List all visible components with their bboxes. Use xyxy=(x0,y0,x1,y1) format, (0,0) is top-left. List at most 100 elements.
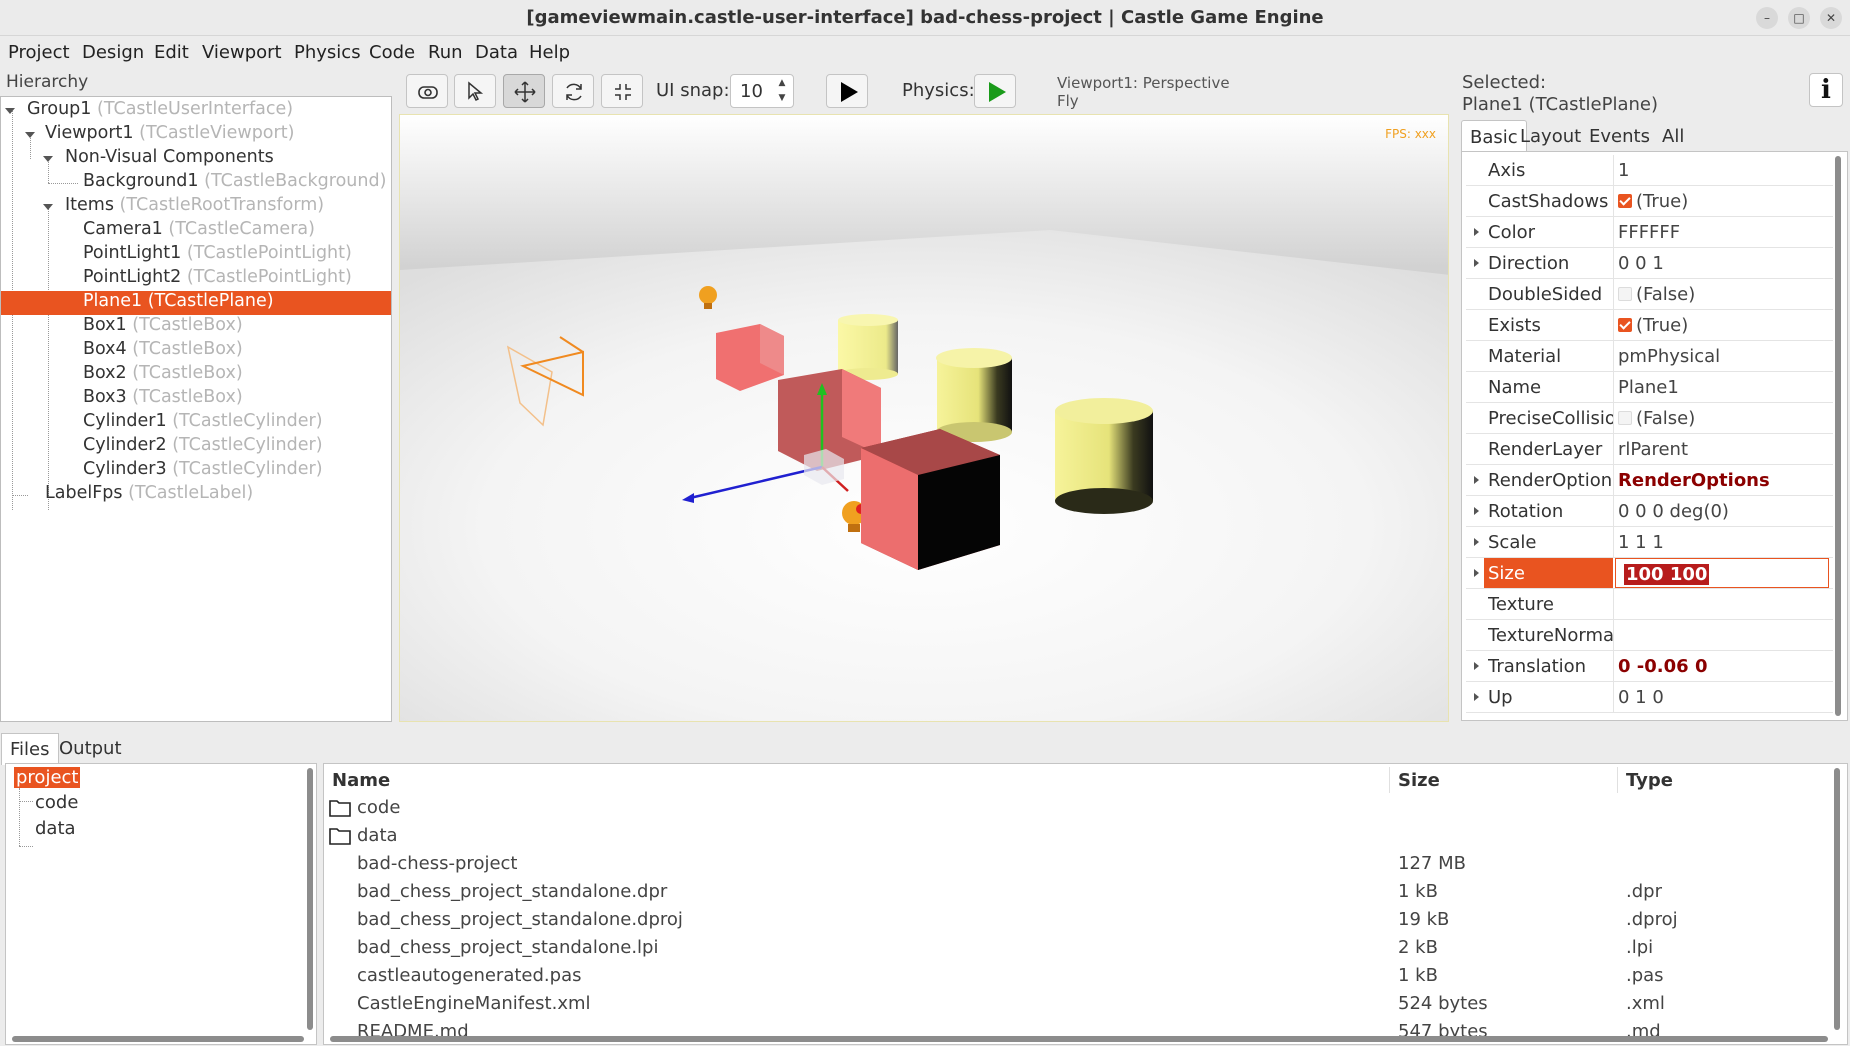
expand-arrow-icon[interactable] xyxy=(1474,228,1479,236)
checkbox-checked-icon[interactable] xyxy=(1618,318,1632,332)
tree-item-box4[interactable]: Box4 (TCastleBox) xyxy=(1,339,391,363)
tree-item-cylinder3[interactable]: Cylinder3 (TCastleCylinder) xyxy=(1,459,391,483)
prop-castshadows[interactable]: CastShadows (True) xyxy=(1466,186,1833,217)
tree-item-pointlight1[interactable]: PointLight1 (TCastlePointLight) xyxy=(1,243,391,267)
tree-item-pointlight2[interactable]: PointLight2 (TCastlePointLight) xyxy=(1,267,391,291)
prop-size[interactable]: Size 100 100 xyxy=(1466,558,1833,589)
tree-item-labelfps[interactable]: LabelFps (TCastleLabel) xyxy=(1,483,391,507)
expand-arrow-icon[interactable] xyxy=(1474,476,1479,484)
checkbox-checked-icon[interactable] xyxy=(1618,194,1632,208)
tree-item-box2[interactable]: Box2 (TCastleBox) xyxy=(1,363,391,387)
interact-mode-button[interactable] xyxy=(406,74,448,108)
expand-arrow-icon[interactable] xyxy=(1474,259,1479,267)
prop-renderoptions[interactable]: RenderOptions RenderOptions xyxy=(1466,465,1833,496)
prop-value[interactable]: 1 1 1 xyxy=(1618,532,1664,553)
prop-color[interactable]: Color FFFFFF xyxy=(1466,217,1833,248)
column-type[interactable]: Type xyxy=(1618,767,1838,793)
menu-help[interactable]: Help xyxy=(529,42,570,63)
prop-value[interactable]: 0 0 1 xyxy=(1618,253,1664,274)
properties-panel[interactable]: Axis 1 CastShadows (True) Color FFFFFF Dire… xyxy=(1461,151,1848,721)
expand-arrow-icon[interactable] xyxy=(1474,569,1479,577)
menu-design[interactable]: Design xyxy=(82,42,144,63)
files-tree[interactable]: project code data xyxy=(5,763,317,1045)
prop-material[interactable]: Material pmPhysical xyxy=(1466,341,1833,372)
prop-precisecollisions[interactable]: PreciseCollisions (False) xyxy=(1466,403,1833,434)
menu-viewport[interactable]: Viewport xyxy=(202,42,282,63)
prop-value[interactable]: 0 0 0 deg(0) xyxy=(1618,501,1729,522)
chevron-down-icon[interactable]: ▼ xyxy=(770,91,794,106)
tree-item-items[interactable]: Items (TCastleRootTransform) xyxy=(1,195,391,219)
file-row[interactable]: data xyxy=(324,822,1834,850)
expand-arrow-icon[interactable] xyxy=(25,132,35,138)
tree-item-box3[interactable]: Box3 (TCastleBox) xyxy=(1,387,391,411)
minimize-icon[interactable]: – xyxy=(1756,7,1778,29)
prop-axis[interactable]: Axis 1 xyxy=(1466,155,1833,186)
prop-value[interactable]: 0 1 0 xyxy=(1618,687,1664,708)
prop-rotation[interactable]: Rotation 0 0 0 deg(0) xyxy=(1466,496,1833,527)
size-edit-field[interactable]: 100 100 xyxy=(1615,558,1829,588)
expand-arrow-icon[interactable] xyxy=(43,156,53,162)
properties-scrollbar[interactable] xyxy=(1835,156,1841,716)
ui-snap-stepper[interactable]: ▲ ▼ xyxy=(770,74,794,108)
files-list-hscrollbar[interactable] xyxy=(330,1036,1828,1042)
prop-doublesided[interactable]: DoubleSided (False) xyxy=(1466,279,1833,310)
column-size[interactable]: Size xyxy=(1390,767,1618,793)
menu-physics[interactable]: Physics xyxy=(294,42,361,63)
expand-arrow-icon[interactable] xyxy=(1474,507,1479,515)
prop-value[interactable]: 0 -0.06 0 xyxy=(1618,656,1707,677)
file-row[interactable]: code xyxy=(324,794,1834,822)
scale-mode-button[interactable] xyxy=(601,74,643,108)
expand-arrow-icon[interactable] xyxy=(1474,693,1479,701)
prop-value[interactable]: pmPhysical xyxy=(1618,346,1720,367)
menu-project[interactable]: Project xyxy=(8,42,70,63)
expand-arrow-icon[interactable] xyxy=(43,204,53,210)
file-row[interactable]: bad_chess_project_standalone.dproj 19 kB… xyxy=(324,906,1834,934)
column-name[interactable]: Name xyxy=(324,767,1390,793)
info-button[interactable]: i xyxy=(1809,73,1843,107)
tab-output[interactable]: Output xyxy=(51,733,130,765)
prop-value[interactable]: rlParent xyxy=(1618,439,1688,460)
files-list[interactable]: Name Size Type code data bad-chess-proje… xyxy=(323,763,1848,1045)
expand-arrow-icon[interactable] xyxy=(1474,538,1479,546)
menu-run[interactable]: Run xyxy=(428,42,463,63)
tab-events[interactable]: Events xyxy=(1581,120,1658,152)
tree-item-cylinder2[interactable]: Cylinder2 (TCastleCylinder) xyxy=(1,435,391,459)
tab-all[interactable]: All xyxy=(1654,120,1692,152)
expand-arrow-icon[interactable] xyxy=(1474,662,1479,670)
prop-exists[interactable]: Exists (True) xyxy=(1466,310,1833,341)
file-row[interactable]: castleautogenerated.pas 1 kB .pas xyxy=(324,962,1834,990)
run-game-button[interactable] xyxy=(826,74,868,108)
tree-item-project[interactable]: project xyxy=(14,767,81,788)
prop-texturenormalmap[interactable]: TextureNormalMap xyxy=(1466,620,1833,651)
tree-item-data[interactable]: data xyxy=(35,818,76,839)
select-mode-button[interactable] xyxy=(454,74,496,108)
prop-texture[interactable]: Texture xyxy=(1466,589,1833,620)
checkbox-unchecked-icon[interactable] xyxy=(1618,411,1632,425)
prop-name-field[interactable]: Name Plane1 xyxy=(1466,372,1833,403)
tab-files[interactable]: Files xyxy=(1,733,59,765)
file-row[interactable]: bad_chess_project_standalone.dpr 1 kB .d… xyxy=(324,878,1834,906)
prop-value[interactable]: RenderOptions xyxy=(1618,470,1770,491)
tree-item-group1[interactable]: Group1 (TCastleUserInterface) xyxy=(1,99,391,123)
prop-direction[interactable]: Direction 0 0 1 xyxy=(1466,248,1833,279)
prop-value[interactable]: FFFFFF xyxy=(1618,222,1680,243)
prop-up[interactable]: Up 0 1 0 xyxy=(1466,682,1833,713)
files-tree-scrollbar[interactable] xyxy=(307,768,313,1030)
viewport-3d[interactable]: FPS: xxx xyxy=(399,114,1449,722)
file-row[interactable]: CastleEngineManifest.xml 524 bytes .xml xyxy=(324,990,1834,1018)
chevron-up-icon[interactable]: ▲ xyxy=(770,76,794,91)
prop-renderlayer[interactable]: RenderLayer rlParent xyxy=(1466,434,1833,465)
maximize-icon[interactable]: □ xyxy=(1788,7,1810,29)
hierarchy-tree[interactable]: Group1 (TCastleUserInterface) Viewport1 … xyxy=(0,96,392,722)
tree-item-cylinder1[interactable]: Cylinder1 (TCastleCylinder) xyxy=(1,411,391,435)
physics-play-button[interactable] xyxy=(974,74,1016,108)
tree-item-plane1[interactable]: Plane1 (TCastlePlane) xyxy=(1,291,391,315)
tree-item-box1[interactable]: Box1 (TCastleBox) xyxy=(1,315,391,339)
prop-scale[interactable]: Scale 1 1 1 xyxy=(1466,527,1833,558)
menu-data[interactable]: Data xyxy=(475,42,518,63)
tab-layout[interactable]: Layout xyxy=(1512,120,1589,152)
menu-edit[interactable]: Edit xyxy=(154,42,189,63)
tree-item-non-visual-components[interactable]: Non-Visual Components xyxy=(1,147,391,171)
close-icon[interactable]: ✕ xyxy=(1820,7,1842,29)
tree-item-background1[interactable]: Background1 (TCastleBackground) xyxy=(1,171,391,195)
